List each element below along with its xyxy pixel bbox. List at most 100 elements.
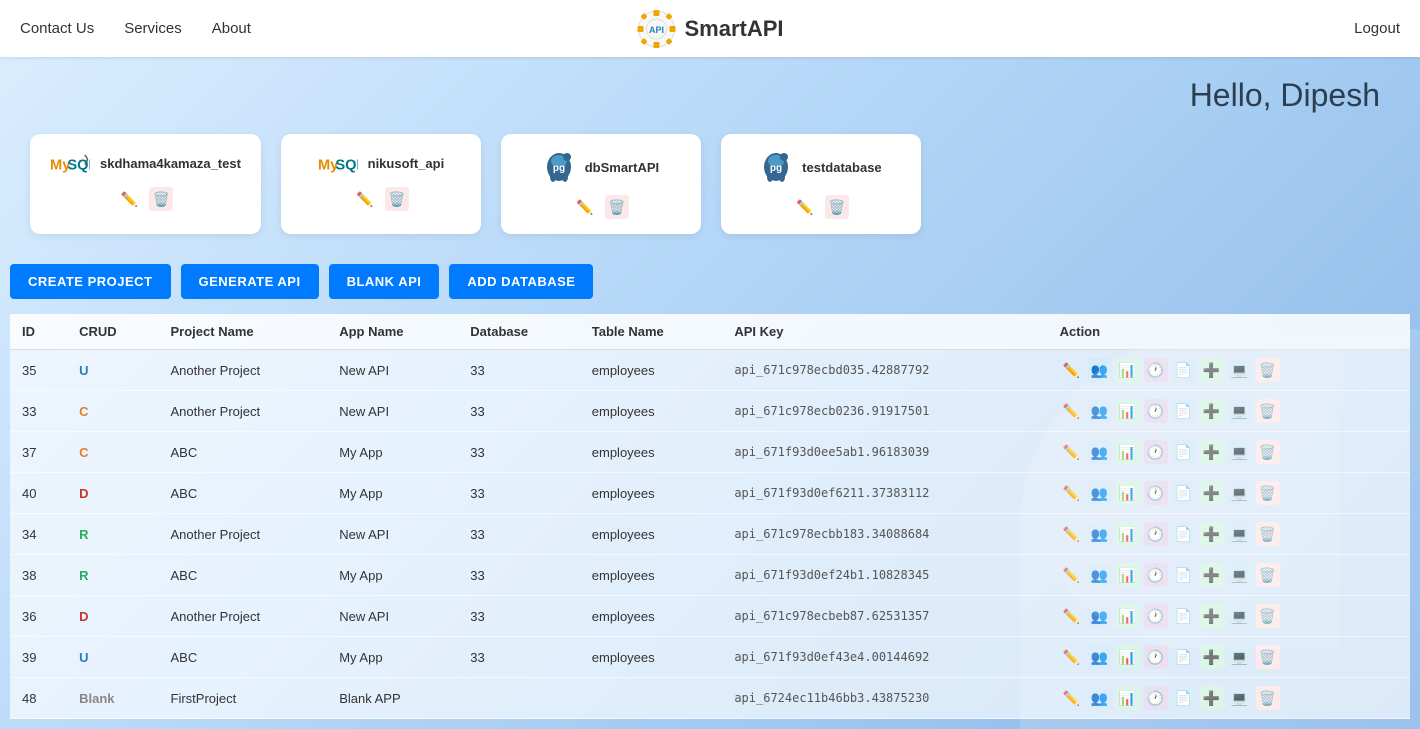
doc-icon-8[interactable]: 📄: [1172, 686, 1196, 710]
delete-icon-8[interactable]: 🗑️: [1256, 686, 1280, 710]
edit-icon-0[interactable]: ✏️: [1060, 358, 1084, 382]
users-icon-3[interactable]: 👥: [1088, 481, 1112, 505]
nav-contact[interactable]: Contact Us: [20, 20, 94, 37]
doc-icon-0[interactable]: 📄: [1172, 358, 1196, 382]
users-icon-8[interactable]: 👥: [1088, 686, 1112, 710]
add-icon-3[interactable]: ➕: [1200, 481, 1224, 505]
code-icon-2[interactable]: 💻: [1228, 440, 1252, 464]
doc-icon-6[interactable]: 📄: [1172, 604, 1196, 628]
users-icon-4[interactable]: 👥: [1088, 522, 1112, 546]
users-icon-6[interactable]: 👥: [1088, 604, 1112, 628]
delete-icon-2[interactable]: 🗑️: [1256, 440, 1280, 464]
code-icon-3[interactable]: 💻: [1228, 481, 1252, 505]
api-table: ID CRUD Project Name App Name Database T…: [10, 314, 1410, 719]
add-icon-4[interactable]: ➕: [1200, 522, 1224, 546]
generate-api-button[interactable]: GENERATE API: [181, 264, 319, 299]
users-icon-7[interactable]: 👥: [1088, 645, 1112, 669]
db-card-top-0: My SQL skdhama4kamaza_test: [50, 149, 241, 177]
chart-icon-8[interactable]: 📊: [1116, 686, 1140, 710]
add-icon-5[interactable]: ➕: [1200, 563, 1224, 587]
cell-project-4: Another Project: [159, 514, 328, 555]
clock-icon-7[interactable]: 🕐: [1144, 645, 1168, 669]
clock-icon-1[interactable]: 🕐: [1144, 399, 1168, 423]
users-icon-0[interactable]: 👥: [1088, 358, 1112, 382]
code-icon-6[interactable]: 💻: [1228, 604, 1252, 628]
doc-icon-5[interactable]: 📄: [1172, 563, 1196, 587]
clock-icon-4[interactable]: 🕐: [1144, 522, 1168, 546]
edit-icon-3[interactable]: ✏️: [1060, 481, 1084, 505]
doc-icon-2[interactable]: 📄: [1172, 440, 1196, 464]
delete-icon-0[interactable]: 🗑️: [1256, 358, 1280, 382]
logout-button[interactable]: Logout: [1354, 20, 1400, 37]
db-card-actions-1: ✏️ 🗑️: [353, 187, 409, 211]
users-icon-2[interactable]: 👥: [1088, 440, 1112, 464]
api-table-container: ID CRUD Project Name App Name Database T…: [10, 314, 1410, 719]
chart-icon-6[interactable]: 📊: [1116, 604, 1140, 628]
clock-icon-8[interactable]: 🕐: [1144, 686, 1168, 710]
blank-api-button[interactable]: BLANK API: [329, 264, 440, 299]
db-delete-icon-1[interactable]: 🗑️: [385, 187, 409, 211]
chart-icon-2[interactable]: 📊: [1116, 440, 1140, 464]
edit-icon-8[interactable]: ✏️: [1060, 686, 1084, 710]
delete-icon-7[interactable]: 🗑️: [1256, 645, 1280, 669]
doc-icon-1[interactable]: 📄: [1172, 399, 1196, 423]
cell-crud-4: R: [67, 514, 158, 555]
col-project: Project Name: [159, 314, 328, 350]
doc-icon-4[interactable]: 📄: [1172, 522, 1196, 546]
add-icon-7[interactable]: ➕: [1200, 645, 1224, 669]
nav-services[interactable]: Services: [124, 20, 182, 37]
add-database-button[interactable]: ADD DATABASE: [449, 264, 593, 299]
db-edit-icon-3[interactable]: ✏️: [793, 195, 817, 219]
edit-icon-1[interactable]: ✏️: [1060, 399, 1084, 423]
edit-icon-2[interactable]: ✏️: [1060, 440, 1084, 464]
nav-right: Logout: [1354, 20, 1400, 37]
edit-icon-6[interactable]: ✏️: [1060, 604, 1084, 628]
chart-icon-4[interactable]: 📊: [1116, 522, 1140, 546]
delete-icon-6[interactable]: 🗑️: [1256, 604, 1280, 628]
code-icon-1[interactable]: 💻: [1228, 399, 1252, 423]
create-project-button[interactable]: CREATE PROJECT: [10, 264, 171, 299]
db-delete-icon-0[interactable]: 🗑️: [149, 187, 173, 211]
doc-icon-7[interactable]: 📄: [1172, 645, 1196, 669]
clock-icon-0[interactable]: 🕐: [1144, 358, 1168, 382]
clock-icon-5[interactable]: 🕐: [1144, 563, 1168, 587]
edit-icon-4[interactable]: ✏️: [1060, 522, 1084, 546]
chart-icon-1[interactable]: 📊: [1116, 399, 1140, 423]
postgres-icon-3: pg: [760, 149, 792, 185]
code-icon-5[interactable]: 💻: [1228, 563, 1252, 587]
add-icon-8[interactable]: ➕: [1200, 686, 1224, 710]
add-icon-2[interactable]: ➕: [1200, 440, 1224, 464]
action-icons-3: ✏️ 👥 📊 🕐 📄 ➕ 💻 🗑️: [1060, 481, 1398, 505]
add-icon-1[interactable]: ➕: [1200, 399, 1224, 423]
nav-about[interactable]: About: [212, 20, 251, 37]
add-icon-6[interactable]: ➕: [1200, 604, 1224, 628]
clock-icon-6[interactable]: 🕐: [1144, 604, 1168, 628]
chart-icon-0[interactable]: 📊: [1116, 358, 1140, 382]
delete-icon-5[interactable]: 🗑️: [1256, 563, 1280, 587]
edit-icon-7[interactable]: ✏️: [1060, 645, 1084, 669]
db-edit-icon-1[interactable]: ✏️: [353, 187, 377, 211]
db-delete-icon-2[interactable]: 🗑️: [605, 195, 629, 219]
edit-icon-5[interactable]: ✏️: [1060, 563, 1084, 587]
db-edit-icon-0[interactable]: ✏️: [117, 187, 141, 211]
cell-project-5: ABC: [159, 555, 328, 596]
delete-icon-3[interactable]: 🗑️: [1256, 481, 1280, 505]
doc-icon-3[interactable]: 📄: [1172, 481, 1196, 505]
code-icon-4[interactable]: 💻: [1228, 522, 1252, 546]
delete-icon-1[interactable]: 🗑️: [1256, 399, 1280, 423]
clock-icon-3[interactable]: 🕐: [1144, 481, 1168, 505]
users-icon-5[interactable]: 👥: [1088, 563, 1112, 587]
chart-icon-5[interactable]: 📊: [1116, 563, 1140, 587]
db-edit-icon-2[interactable]: ✏️: [573, 195, 597, 219]
code-icon-7[interactable]: 💻: [1228, 645, 1252, 669]
clock-icon-2[interactable]: 🕐: [1144, 440, 1168, 464]
chart-icon-3[interactable]: 📊: [1116, 481, 1140, 505]
code-icon-8[interactable]: 💻: [1228, 686, 1252, 710]
action-icons-5: ✏️ 👥 📊 🕐 📄 ➕ 💻 🗑️: [1060, 563, 1398, 587]
db-delete-icon-3[interactable]: 🗑️: [825, 195, 849, 219]
chart-icon-7[interactable]: 📊: [1116, 645, 1140, 669]
add-icon-0[interactable]: ➕: [1200, 358, 1224, 382]
delete-icon-4[interactable]: 🗑️: [1256, 522, 1280, 546]
users-icon-1[interactable]: 👥: [1088, 399, 1112, 423]
code-icon-0[interactable]: 💻: [1228, 358, 1252, 382]
